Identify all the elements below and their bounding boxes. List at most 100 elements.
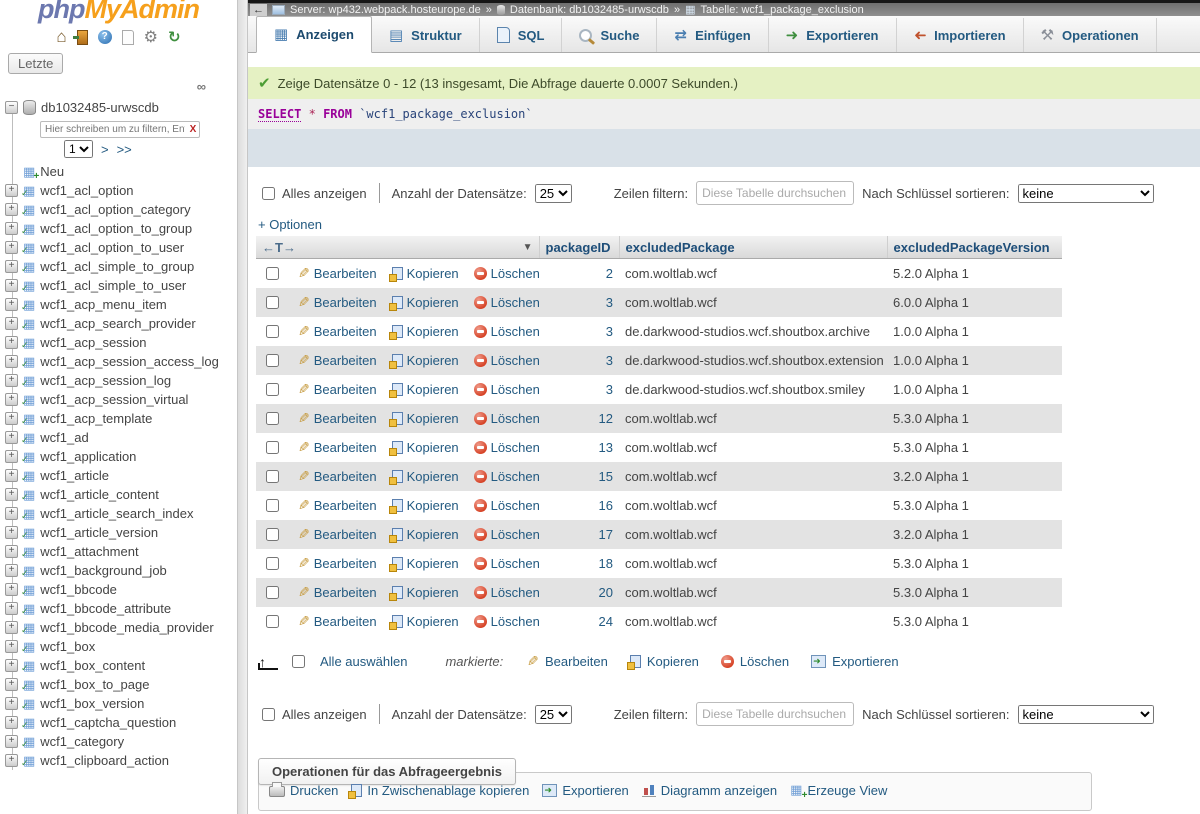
edit-link-label[interactable]: Bearbeiten — [314, 411, 377, 426]
sidebar-scrollbar[interactable] — [237, 0, 248, 814]
row-checkbox[interactable] — [266, 325, 279, 338]
table-name[interactable]: wcf1_bbcode — [40, 582, 117, 597]
table-name[interactable]: wcf1_article_content — [40, 487, 159, 502]
expand-icon[interactable] — [5, 412, 18, 425]
tree-item-table[interactable]: wcf1_acl_option_to_user — [0, 238, 237, 257]
table-name[interactable]: wcf1_acp_session — [40, 335, 146, 350]
table-name[interactable]: wcf1_acl_option_to_group — [40, 221, 192, 236]
expand-icon[interactable] — [5, 222, 18, 235]
expand-icon[interactable] — [5, 355, 18, 368]
edit-link-label[interactable]: Bearbeiten — [314, 469, 377, 484]
delete-link-label[interactable]: Löschen — [491, 527, 539, 542]
expand-icon[interactable] — [5, 621, 18, 634]
delete-link[interactable]: Löschen — [474, 266, 539, 281]
tree-item-table[interactable]: wcf1_acl_simple_to_group — [0, 257, 237, 276]
tree-item-table[interactable]: wcf1_ad — [0, 428, 237, 447]
expand-icon[interactable] — [5, 298, 18, 311]
row-checkbox[interactable] — [266, 267, 279, 280]
tab[interactable]: SQL — [480, 18, 563, 52]
tree-item-table[interactable]: wcf1_application — [0, 447, 237, 466]
table-name[interactable]: wcf1_acl_option — [40, 183, 133, 198]
copy-link-label[interactable]: Kopieren — [407, 411, 459, 426]
edit-link[interactable]: Bearbeiten — [298, 352, 377, 369]
copy-link-label[interactable]: Kopieren — [407, 556, 459, 571]
copy-link[interactable]: Kopieren — [392, 585, 459, 600]
expand-icon[interactable] — [5, 279, 18, 292]
delete-link-label[interactable]: Löschen — [491, 295, 539, 310]
tab[interactable]: ▤ Struktur — [372, 18, 480, 52]
query-operation-link[interactable]: Exportieren — [542, 783, 628, 798]
row-checkbox[interactable] — [266, 354, 279, 367]
show-all-checkbox[interactable] — [262, 708, 275, 721]
copy-link[interactable]: Kopieren — [392, 324, 459, 339]
expand-icon[interactable] — [5, 735, 18, 748]
table-name[interactable]: wcf1_captcha_question — [40, 715, 176, 730]
column-header-excludedpackage[interactable]: excludedPackage — [619, 236, 887, 259]
delete-link[interactable]: Löschen — [474, 585, 539, 600]
delete-link[interactable]: Löschen — [474, 527, 539, 542]
edit-link[interactable]: Bearbeiten — [298, 584, 377, 601]
tree-item-table[interactable]: wcf1_box_version — [0, 694, 237, 713]
tree-item-table[interactable]: wcf1_article — [0, 466, 237, 485]
expand-icon[interactable] — [5, 526, 18, 539]
expand-icon[interactable] — [5, 507, 18, 520]
bulk-action-label[interactable]: Kopieren — [647, 654, 699, 669]
copy-link[interactable]: Kopieren — [392, 614, 459, 629]
copy-link[interactable]: Kopieren — [392, 353, 459, 368]
expand-icon[interactable] — [5, 564, 18, 577]
expand-icon[interactable] — [5, 241, 18, 254]
table-name[interactable]: wcf1_bbcode_attribute — [40, 601, 171, 616]
copy-link-label[interactable]: Kopieren — [407, 382, 459, 397]
copy-link[interactable]: Kopieren — [392, 382, 459, 397]
check-all-checkbox[interactable] — [292, 655, 305, 668]
edit-link[interactable]: Bearbeiten — [298, 497, 377, 514]
tab[interactable]: ➜ Importieren — [897, 18, 1024, 52]
row-checkbox[interactable] — [266, 557, 279, 570]
delete-link[interactable]: Löschen — [474, 411, 539, 426]
show-all-checkbox[interactable] — [262, 187, 275, 200]
table-name[interactable]: wcf1_acp_session_access_log — [40, 354, 219, 369]
tree-item-table[interactable]: wcf1_article_search_index — [0, 504, 237, 523]
table-name[interactable]: wcf1_background_job — [40, 563, 166, 578]
edit-link-label[interactable]: Bearbeiten — [314, 498, 377, 513]
delete-link[interactable]: Löschen — [474, 382, 539, 397]
column-nav-arrows[interactable]: ←T→ — [262, 240, 296, 255]
bulk-action-link[interactable]: Löschen — [721, 654, 789, 669]
breadcrumb-database[interactable]: Datenbank: db1032485-urwscdb — [510, 4, 669, 16]
tree-item-table[interactable]: wcf1_acp_menu_item — [0, 295, 237, 314]
table-name[interactable]: wcf1_acl_option_category — [40, 202, 190, 217]
edit-link-label[interactable]: Bearbeiten — [314, 440, 377, 455]
sql-keyword-select[interactable]: SELECT — [258, 107, 301, 122]
table-name[interactable]: wcf1_bbcode_media_provider — [40, 620, 213, 635]
edit-link-label[interactable]: Bearbeiten — [314, 266, 377, 281]
copy-link-label[interactable]: Kopieren — [407, 324, 459, 339]
table-name[interactable]: wcf1_article_search_index — [40, 506, 193, 521]
page-select[interactable]: 1 — [64, 140, 93, 158]
expand-icon[interactable] — [5, 374, 18, 387]
copy-link-label[interactable]: Kopieren — [407, 353, 459, 368]
row-checkbox[interactable] — [266, 296, 279, 309]
table-name[interactable]: wcf1_acl_option_to_user — [40, 240, 184, 255]
edit-link[interactable]: Bearbeiten — [298, 294, 377, 311]
sort-by-key-select[interactable]: keine — [1018, 184, 1154, 203]
tree-item-table[interactable]: wcf1_acp_session — [0, 333, 237, 352]
expand-icon[interactable] — [5, 336, 18, 349]
delete-link-label[interactable]: Löschen — [491, 469, 539, 484]
copy-link-label[interactable]: Kopieren — [407, 295, 459, 310]
expand-icon[interactable] — [5, 640, 18, 653]
expand-icon[interactable] — [5, 450, 18, 463]
tree-item-table[interactable]: wcf1_acl_simple_to_user — [0, 276, 237, 295]
copy-link-label[interactable]: Kopieren — [407, 498, 459, 513]
copy-link[interactable]: Kopieren — [392, 556, 459, 571]
delete-link[interactable]: Löschen — [474, 556, 539, 571]
tree-item-table[interactable]: wcf1_acp_search_provider — [0, 314, 237, 333]
edit-link-label[interactable]: Bearbeiten — [314, 353, 377, 368]
tree-item-table[interactable]: wcf1_box_content — [0, 656, 237, 675]
copy-link-label[interactable]: Kopieren — [407, 585, 459, 600]
tab[interactable]: ⚒ Operationen — [1024, 18, 1157, 52]
row-count-select[interactable]: 25 — [535, 705, 572, 724]
expand-icon[interactable] — [5, 203, 18, 216]
table-name[interactable]: wcf1_box — [40, 639, 95, 654]
table-name[interactable]: wcf1_acp_session_log — [40, 373, 171, 388]
breadcrumb-table[interactable]: Tabelle: wcf1_package_exclusion — [700, 4, 863, 16]
